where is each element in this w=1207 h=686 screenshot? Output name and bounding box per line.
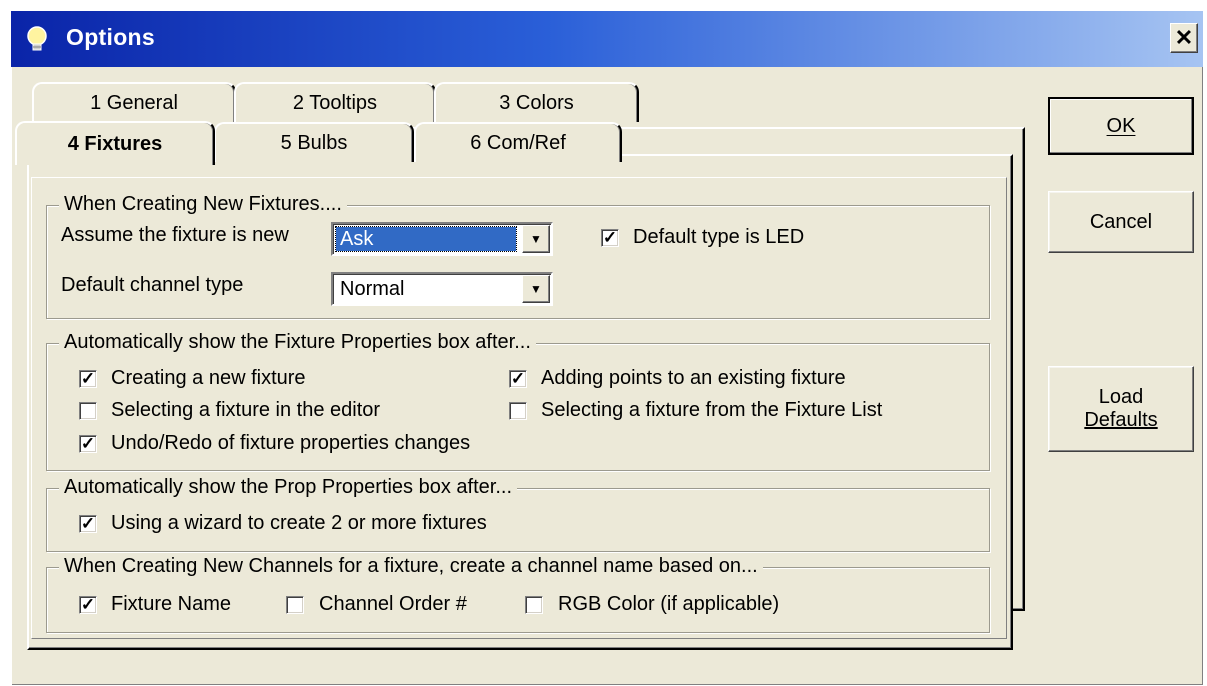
lightbulb-icon bbox=[27, 26, 47, 51]
cancel-button-label: Cancel bbox=[1089, 210, 1153, 233]
adding-points-checkbox[interactable]: ✓ bbox=[509, 370, 527, 388]
fixture-name-label: Fixture Name bbox=[111, 593, 232, 615]
tab-general[interactable]: 1 General bbox=[32, 82, 236, 122]
group-prop-properties: Automatically show the Prop Properties b… bbox=[46, 476, 990, 552]
tab-fixtures[interactable]: 4 Fixtures bbox=[15, 121, 215, 165]
group-fixture-properties: Automatically show the Fixture Propertie… bbox=[46, 331, 990, 471]
creating-new-fixture-checkbox[interactable]: ✓ bbox=[79, 370, 97, 388]
rgb-color-label: RGB Color (if applicable) bbox=[558, 593, 780, 615]
tab-colors[interactable]: 3 Colors bbox=[434, 82, 639, 122]
channel-order-label: Channel Order # bbox=[319, 593, 467, 615]
select-from-list-checkbox[interactable] bbox=[509, 402, 527, 420]
creating-new-fixture-label: Creating a new fixture bbox=[111, 367, 306, 389]
load-defaults-label-line2: Defaults bbox=[1084, 409, 1158, 431]
load-defaults-label-line1: Load bbox=[1098, 386, 1144, 408]
undo-redo-checkbox[interactable]: ✓ bbox=[79, 435, 97, 453]
assume-new-value: Ask bbox=[335, 226, 517, 252]
group-new-fixtures-label: When Creating New Fixtures.... bbox=[59, 193, 347, 216]
tab-content-panel: When Creating New Fixtures.... Assume th… bbox=[31, 177, 1007, 639]
select-from-list-label: Selecting a fixture from the Fixture Lis… bbox=[541, 399, 883, 421]
cancel-button[interactable]: Cancel bbox=[1048, 191, 1194, 253]
channel-type-value: Normal bbox=[340, 278, 405, 300]
load-defaults-button[interactable]: Load Defaults bbox=[1048, 366, 1194, 452]
channel-type-select[interactable]: Normal ▼ bbox=[331, 272, 553, 306]
window-title: Options bbox=[66, 24, 155, 50]
tab-tooltips[interactable]: 2 Tooltips bbox=[234, 82, 436, 122]
tab-fixtures-label: 4 Fixtures bbox=[67, 133, 163, 155]
tab-tooltips-label: 2 Tooltips bbox=[292, 92, 378, 114]
led-checkbox[interactable]: ✓ bbox=[601, 229, 619, 247]
select-in-editor-label: Selecting a fixture in the editor bbox=[111, 399, 381, 421]
tab-com-ref[interactable]: 6 Com/Ref bbox=[414, 122, 622, 162]
group-fixture-properties-label: Automatically show the Fixture Propertie… bbox=[59, 331, 536, 354]
close-icon: ✕ bbox=[1174, 25, 1194, 50]
tab-bulbs-label: 5 Bulbs bbox=[280, 132, 348, 154]
tab-general-label: 1 General bbox=[90, 92, 178, 114]
chevron-down-icon[interactable]: ▼ bbox=[522, 275, 550, 303]
title-bar[interactable]: Options ✕ bbox=[11, 11, 1203, 67]
led-label: Default type is LED bbox=[633, 226, 805, 248]
close-button[interactable]: ✕ bbox=[1170, 23, 1198, 53]
rgb-color-checkbox[interactable] bbox=[525, 596, 543, 614]
group-prop-properties-label: Automatically show the Prop Properties b… bbox=[59, 476, 517, 499]
tab-com-ref-label: 6 Com/Ref bbox=[470, 132, 566, 154]
channel-order-checkbox[interactable] bbox=[286, 596, 304, 614]
group-new-fixtures: When Creating New Fixtures.... Assume th… bbox=[46, 193, 990, 319]
tab-bulbs[interactable]: 5 Bulbs bbox=[214, 122, 414, 162]
chevron-down-icon[interactable]: ▼ bbox=[522, 225, 550, 253]
assume-new-select[interactable]: Ask ▼ bbox=[331, 222, 553, 256]
channel-type-label: Default channel type bbox=[61, 274, 244, 296]
wizard-label: Using a wizard to create 2 or more fixtu… bbox=[111, 512, 487, 534]
ok-button[interactable]: OK bbox=[1048, 97, 1194, 155]
group-channel-names-label: When Creating New Channels for a fixture… bbox=[59, 555, 763, 578]
options-dialog: Options ✕ OK Cancel Load Defaults 1 Gene… bbox=[11, 11, 1203, 685]
tab-colors-label: 3 Colors bbox=[499, 92, 574, 114]
assume-new-label: Assume the fixture is new bbox=[61, 224, 289, 246]
fixture-name-checkbox[interactable]: ✓ bbox=[79, 596, 97, 614]
ok-button-label: OK bbox=[1106, 114, 1136, 137]
group-channel-names: When Creating New Channels for a fixture… bbox=[46, 555, 990, 633]
select-in-editor-checkbox[interactable] bbox=[79, 402, 97, 420]
wizard-checkbox[interactable]: ✓ bbox=[79, 515, 97, 533]
undo-redo-label: Undo/Redo of fixture properties changes bbox=[111, 432, 471, 454]
adding-points-label: Adding points to an existing fixture bbox=[541, 367, 846, 389]
